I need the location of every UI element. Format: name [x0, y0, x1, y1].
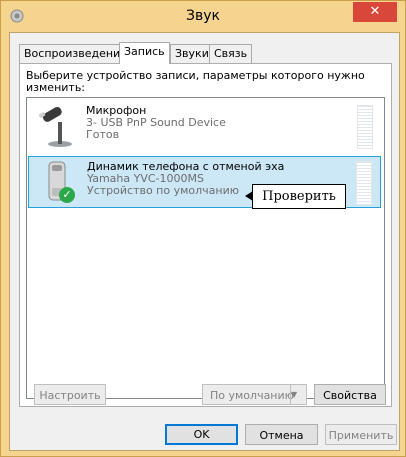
device-status: Готов — [86, 128, 120, 141]
device-item-microphone[interactable]: Микрофон 3- USB PnP Sound Device Готов — [28, 101, 381, 151]
chevron-down-icon[interactable]: ▼ — [290, 385, 306, 404]
window-title: Звук — [186, 8, 220, 24]
device-status: Устройство по умолчанию — [87, 184, 240, 197]
tab-sounds[interactable]: Звуки — [170, 44, 214, 63]
configure-button[interactable]: Настроить — [34, 384, 106, 405]
close-button[interactable]: ✕ — [353, 2, 397, 22]
set-default-button[interactable]: По умолчанию ▼ — [202, 384, 307, 405]
microphone-icon — [38, 106, 72, 147]
default-device-check-icon: ✓ — [59, 187, 75, 203]
level-meter — [357, 105, 373, 149]
title-bar[interactable]: Звук ✕ — [1, 1, 405, 31]
properties-button[interactable]: Свойства — [314, 384, 386, 405]
device-list: Микрофон 3- USB PnP Sound Device Готов ✓… — [26, 97, 385, 399]
tab-recording[interactable]: Запись — [119, 42, 170, 64]
tab-playback[interactable]: Воспроизведение — [19, 44, 132, 63]
set-default-label: По умолчанию — [210, 389, 294, 402]
apply-button[interactable]: Применить — [325, 424, 397, 445]
ok-button[interactable]: OK — [165, 424, 238, 445]
test-tooltip: Проверить — [252, 184, 346, 209]
cancel-button[interactable]: Отмена — [245, 424, 318, 445]
level-meter — [356, 161, 372, 205]
tab-communications[interactable]: Связь — [209, 44, 253, 63]
instruction-text: Выберите устройство записи, параметры ко… — [26, 69, 365, 94]
recording-panel: Выберите устройство записи, параметры ко… — [19, 63, 392, 407]
sound-dialog: Звук ✕ Воспроизведение Запись Звуки Связ… — [0, 0, 406, 457]
dialog-body: Воспроизведение Запись Звуки Связь Выбер… — [9, 32, 400, 451]
